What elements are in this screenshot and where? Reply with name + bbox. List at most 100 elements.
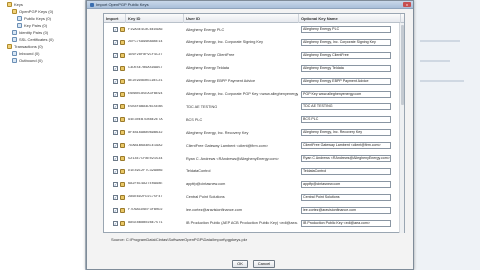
tree-item[interactable]: Outbound (0): [12, 57, 43, 63]
import-checkbox[interactable]: ✓: [113, 65, 118, 71]
tree-item[interactable]: Identity Pairs (0): [12, 29, 48, 35]
ok-button[interactable]: OK: [232, 260, 248, 268]
user-id-cell: BCS PLC: [186, 117, 203, 122]
column-header-key-name[interactable]: Optional Key Name: [299, 14, 401, 23]
table-row[interactable]: ✓ 2A6E6D2FD2C75F47 Central Point Solutions…: [104, 192, 404, 204]
key-name-input[interactable]: TeldataControl: [301, 167, 391, 175]
folder-icon: [12, 8, 17, 14]
import-checkbox[interactable]: ✓: [113, 91, 118, 97]
table-vertical-scrollbar[interactable]: [399, 23, 404, 233]
item-icon: [12, 36, 17, 42]
import-checkbox[interactable]: ✓: [113, 181, 118, 187]
key-name-input[interactable]: Central Point Solutions: [301, 193, 391, 201]
item-icon: [12, 50, 17, 56]
key-name-input[interactable]: apptfp@cintasnew.com: [301, 180, 391, 188]
key-name-input[interactable]: lee.cortez@aravisionfinance.com: [301, 206, 391, 214]
import-keys-dialog: Import OpenPGP Public Keys x Import Key …: [86, 0, 414, 270]
table-row[interactable]: ✓ C3DE5E7B6A5DAA57 Allegheny Energy Teldat…: [104, 63, 404, 75]
key-id-cell: D1E49C2F7C32A8B6: [128, 169, 163, 174]
key-name-input[interactable]: IB Production Public Key <edi@aea.com>: [301, 219, 391, 227]
key-id-cell: E5B4FABA4D6C5E8B: [128, 104, 163, 109]
key-name-input[interactable]: Allegheny Energy, Inc. Recovery Key: [301, 129, 391, 137]
table-row[interactable]: ✓ 5214E7CF8E021534 Ryan C. Andrews <RAndre…: [104, 153, 404, 165]
close-icon[interactable]: x: [403, 2, 411, 7]
import-checkbox[interactable]: ✓: [113, 130, 118, 136]
import-checkbox[interactable]: ✓: [113, 52, 118, 58]
column-header-import[interactable]: Import: [104, 14, 126, 23]
user-id-cell: Allegheny Energy, Inc. Recovery Key: [186, 130, 249, 135]
key-icon: [120, 117, 125, 123]
user-id-cell: lee.cortez@aravisionfinance.com: [186, 208, 242, 213]
user-id-cell: Allegheny Energy PLC: [186, 27, 225, 32]
table-row[interactable]: ✓ 7DAB1B6A4BCE19A2 ClientFree Gateway Lamb…: [104, 140, 404, 152]
import-checkbox[interactable]: ✓: [113, 117, 118, 123]
import-checkbox[interactable]: ✓: [113, 207, 118, 213]
key-name-input[interactable]: ClientFree Gateway Lambent <client@firm.…: [301, 142, 391, 150]
tree-item[interactable]: Transactions (0): [7, 43, 43, 49]
key-id-cell: 2DFC75A96B8A6E14: [128, 40, 163, 45]
tree-item[interactable]: Inbound (0): [12, 50, 39, 56]
item-icon: [17, 22, 22, 28]
import-checkbox[interactable]: ✓: [113, 143, 118, 149]
key-id-cell: 6A2F8C4A27E0A98E: [128, 182, 163, 187]
user-id-cell: TDC AE TESTING: [186, 104, 218, 109]
item-icon: [12, 57, 17, 63]
key-name-input[interactable]: PGP Key www.alleghenyenergy.com: [301, 90, 391, 98]
cancel-button[interactable]: Cancel: [253, 260, 275, 268]
column-header-user-id[interactable]: User ID: [184, 14, 299, 23]
table-row[interactable]: ✓ D1E49C2F7C32A8B6 TeldataControl TeldataCo…: [104, 166, 404, 178]
import-checkbox[interactable]: ✓: [113, 27, 118, 32]
tree-item[interactable]: Public Keys (0): [17, 15, 51, 21]
import-checkbox[interactable]: ✓: [113, 78, 118, 84]
key-id-cell: F19A4E4C8C6ED9A6: [128, 27, 163, 32]
key-name-input[interactable]: Allegheny Energy Teldata: [301, 64, 391, 72]
table-row[interactable]: ✓ 8E2E9D8DB5C9EC21 Allegheny Energy EBPP P…: [104, 76, 404, 88]
key-name-input[interactable]: Allegheny Energy, Inc. Corporate Signing…: [301, 38, 391, 46]
tree-item[interactable]: Keys: [7, 1, 23, 7]
key-name-input[interactable]: Allegheny Energy EBPP Payment Advice: [301, 77, 391, 85]
key-id-cell: 1D6F28F8F9CF4C27: [128, 53, 163, 58]
tree-item[interactable]: Key Pairs (0): [17, 22, 47, 28]
key-icon: [120, 27, 125, 32]
table-row[interactable]: ✓ E6BB0C85EA3FBE94 Allegheny Energy, Inc. …: [104, 89, 404, 101]
table-row[interactable]: ✓ 8A5E8B8B02BE7571 IB Production Public (A…: [104, 218, 404, 230]
import-checkbox[interactable]: ✓: [113, 156, 118, 161]
tree-item[interactable]: OpenPGP Keys (0): [12, 8, 53, 14]
column-header-key-id[interactable]: Key ID: [126, 14, 184, 23]
user-id-cell: Allegheny Energy, Inc. Corporate PGP Key…: [186, 92, 298, 96]
table-row[interactable]: ✓ 2DFC75A96B8A6E14 Allegheny Energy, Inc. …: [104, 37, 404, 49]
key-name-input[interactable]: Allegheny Energy ClientFree: [301, 51, 391, 59]
key-icon: [120, 168, 125, 174]
key-icon: [120, 194, 125, 200]
import-checkbox[interactable]: ✓: [113, 104, 118, 110]
key-name-input[interactable]: BCS PLC: [301, 116, 391, 124]
key-icon: [120, 52, 125, 58]
import-checkbox[interactable]: ✓: [113, 168, 118, 174]
scrollbar-thumb[interactable]: [401, 25, 404, 105]
key-icon: [120, 104, 125, 110]
tree-item-label: Public Keys (0): [24, 15, 51, 21]
table-row[interactable]: ✓ 1D6F28F8F9CF4C27 Allegheny Energy Client…: [104, 50, 404, 62]
user-id-cell: TeldataControl: [186, 169, 211, 174]
key-icon: [120, 78, 125, 84]
table-row[interactable]: ✓ F7D6A1D6EF3FB0D2 lee.cortez@aravisionfin…: [104, 205, 404, 217]
tree-item-label: Transactions (0): [14, 43, 43, 49]
table-row[interactable]: ✓ F19A4E4C8C6ED9A6 Allegheny Energy PLC All…: [104, 24, 404, 36]
import-checkbox[interactable]: ✓: [113, 194, 118, 200]
user-id-cell: Central Point Solutions: [186, 195, 225, 200]
key-id-cell: 8A5E8B8B02BE7571: [128, 221, 163, 225]
key-name-input[interactable]: Ryan C Andrews <RAndrews@AlleghenyEnergy…: [301, 155, 391, 162]
key-name-input[interactable]: Allegheny Energy PLC: [301, 26, 391, 33]
table-row[interactable]: ✓ E5B4FABA4D6C5E8B TDC AE TESTING TDC AE TE…: [104, 101, 404, 113]
import-checkbox[interactable]: ✓: [113, 220, 118, 226]
table-row[interactable]: ✓ 8F4B16AB80B9B632 Allegheny Energy, Inc. …: [104, 127, 404, 139]
key-icon: [120, 91, 125, 97]
key-name-input[interactable]: TDC AE TESTING: [301, 103, 391, 111]
table-row[interactable]: ✓ 6A2F8C4A27E0A98E apptfp@cintasnew.com app…: [104, 179, 404, 191]
tree-item-label: Outbound (0): [19, 57, 43, 63]
import-checkbox[interactable]: ✓: [113, 39, 118, 45]
dialog-titlebar: Import OpenPGP Public Keys x: [87, 1, 413, 9]
tree-item[interactable]: SSL Certificates (0): [12, 36, 54, 42]
table-row[interactable]: ✓ 94E30EB7D8BE2E7A BCS PLC BCS PLC: [104, 114, 404, 126]
key-id-cell: 5214E7CF8E021534: [128, 156, 163, 161]
